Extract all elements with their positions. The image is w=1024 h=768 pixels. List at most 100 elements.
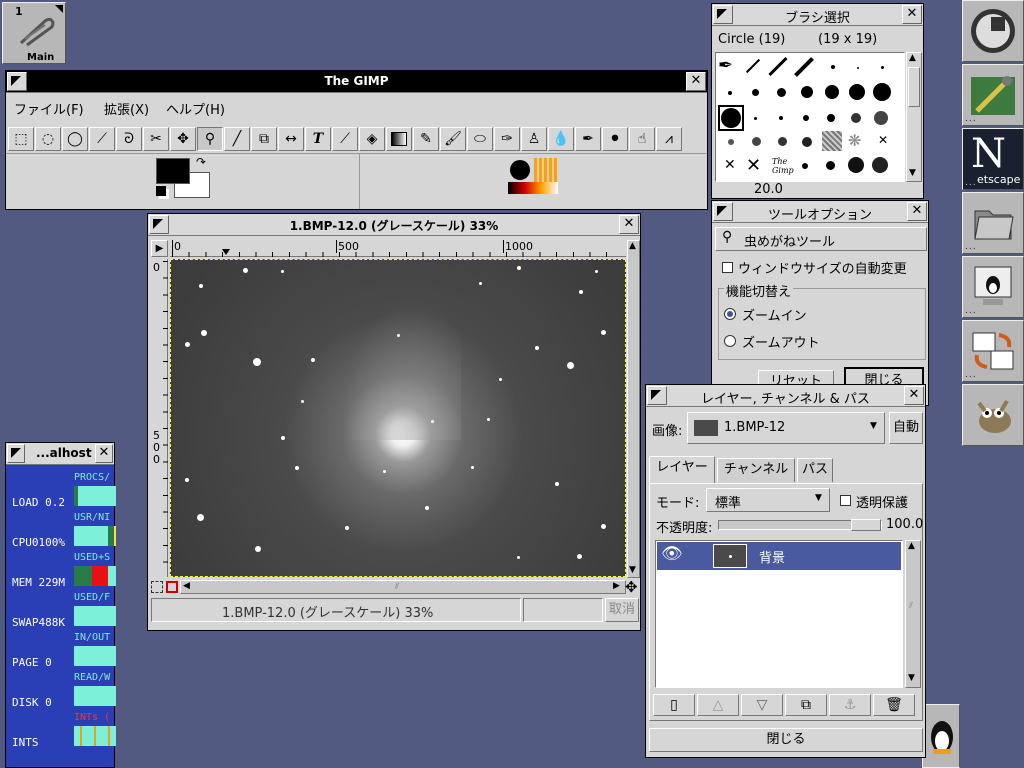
horizontal-scrollbar[interactable]: ◀ ▶ ⫽ [180, 580, 626, 594]
brush-gimp-logo-icon[interactable]: The Gimp [772, 157, 794, 175]
raise-layer-button[interactable]: △ [697, 694, 739, 716]
brush-circle-icon[interactable] [728, 91, 732, 95]
bucket-fill-tool[interactable]: ◈ [359, 127, 385, 151]
text-tool[interactable]: T [305, 127, 331, 151]
brush-circle-icon[interactable] [802, 163, 808, 169]
image-titlebar[interactable]: 1.BMP-12.0 (グレースケール) 33% ✕ [148, 214, 640, 236]
brush-circle-icon[interactable] [857, 67, 859, 69]
close-button[interactable]: ✕ [904, 386, 924, 405]
dock-tile-netscape[interactable]: N etscape ... [962, 128, 1024, 190]
airbrush-tool[interactable]: ✑ [494, 127, 520, 151]
mode-select[interactable]: 標準 ▼ [706, 488, 830, 512]
image-canvas[interactable] [170, 259, 626, 577]
dock-tile-tux-small[interactable] [922, 704, 960, 768]
scroll-right-icon[interactable]: ▶ [613, 581, 620, 591]
brush-circle-icon[interactable] [825, 85, 839, 99]
window-menu-button[interactable] [647, 386, 667, 405]
scroll-down-icon[interactable]: ▼ [629, 565, 636, 575]
flip-tool[interactable]: ↔ [278, 127, 304, 151]
close-button[interactable]: ✕ [95, 444, 113, 463]
rect-select-tool[interactable]: ⬚ [8, 127, 34, 151]
ink-tool[interactable]: ✒ [575, 127, 601, 151]
quickmask-on-icon[interactable] [166, 581, 178, 593]
tool-options-titlebar[interactable]: ツールオプション ✕ [712, 201, 928, 223]
transform-tool[interactable]: ⧉ [251, 127, 277, 151]
brush-circle-icon[interactable] [872, 157, 888, 173]
window-menu-button[interactable] [7, 444, 25, 463]
brush-scrollbar[interactable]: ▲ ▼ [906, 52, 922, 182]
default-colors-icon[interactable] [156, 186, 166, 196]
brush-circle-icon[interactable] [873, 83, 891, 101]
scroll-up-icon[interactable]: ▲ [629, 241, 636, 251]
brush-grid[interactable]: ✒ ❋ ✕ ✕ ✕ The Gimp [715, 52, 905, 182]
paintbrush-tool[interactable]: 🖌 [440, 127, 466, 151]
lasso-tool[interactable]: ◯ [62, 127, 88, 151]
layer-list[interactable]: 👁 背景 [655, 540, 903, 688]
selected-brush-cell[interactable] [718, 105, 744, 131]
menu-extensions[interactable]: 拡張(X) [104, 99, 149, 118]
smudge-tool[interactable]: ☝ [629, 127, 655, 151]
layers-titlebar[interactable]: レイヤー, チャンネル & パス ✕ [646, 385, 925, 407]
lower-layer-button[interactable]: ▽ [741, 694, 783, 716]
scroll-down-icon[interactable]: ▼ [908, 673, 915, 683]
convolve-tool[interactable]: 💧 [548, 127, 574, 151]
gradient-preview[interactable] [508, 182, 558, 194]
auto-button[interactable]: 自動 [889, 412, 923, 444]
brush-circle-icon[interactable] [831, 65, 835, 69]
brush-line-icon[interactable] [794, 57, 814, 77]
window-menu-button[interactable] [713, 202, 733, 221]
ellipse-select-tool[interactable]: ◌ [35, 127, 61, 151]
opacity-slider[interactable] [718, 519, 882, 531]
menu-help[interactable]: ヘルプ(H) [166, 99, 225, 118]
brush-circle-icon[interactable] [779, 116, 783, 120]
window-menu-button[interactable] [713, 5, 733, 24]
window-menu-button[interactable] [7, 72, 27, 91]
brush-circle-icon[interactable] [752, 89, 759, 96]
brush-circle-icon[interactable] [848, 157, 864, 173]
scroll-down-icon[interactable]: ▼ [909, 168, 916, 178]
layer-row[interactable]: 👁 背景 [657, 542, 901, 570]
close-button[interactable]: ✕ [619, 215, 639, 234]
close-button[interactable]: ✕ [686, 72, 706, 91]
dock-tile-wmaker[interactable] [962, 0, 1024, 62]
brush-circle-icon[interactable] [754, 117, 757, 120]
brush-circle-icon[interactable] [728, 139, 734, 145]
dock-tile-terminal[interactable]: ... [962, 256, 1024, 318]
image-menu-button[interactable]: ▶ [151, 240, 168, 257]
zoom-in-radio[interactable] [724, 308, 736, 320]
keep-transparency-checkbox[interactable] [840, 495, 851, 506]
scroll-up-icon[interactable]: ▲ [908, 541, 915, 551]
workspace-indicator[interactable]: 1 Main [2, 2, 66, 64]
brush-titlebar[interactable]: ブラシ選択 ✕ [712, 4, 923, 26]
close-button[interactable]: ✕ [907, 202, 927, 221]
dock-tile-gimp[interactable] [962, 384, 1024, 446]
toolbox-titlebar[interactable]: The GIMP ✕ [6, 71, 707, 93]
scissors-tool[interactable]: ✂ [143, 127, 169, 151]
brush-line-icon[interactable] [745, 58, 761, 74]
brush-cross-icon[interactable]: ✕ [746, 155, 761, 176]
brush-feather-icon[interactable]: ✒ [718, 55, 733, 76]
new-layer-button[interactable]: ▯ [653, 694, 695, 716]
dock-tile-filemanager[interactable]: ... [962, 192, 1024, 254]
brush-circle-icon[interactable] [777, 88, 786, 97]
brush-cross-icon[interactable]: ✕ [724, 157, 736, 173]
move-tool[interactable]: ✥ [170, 127, 196, 151]
dock-tile-sync[interactable]: ... [962, 320, 1024, 382]
pattern-preview-icon[interactable] [534, 158, 558, 182]
brush-circle-icon[interactable] [849, 84, 865, 100]
brush-circle-icon[interactable] [881, 66, 884, 69]
brush-circle-icon[interactable] [802, 137, 812, 147]
brush-preview-icon[interactable] [510, 160, 530, 180]
brush-circle-icon[interactable] [826, 161, 835, 170]
menu-file[interactable]: ファイル(F) [14, 99, 84, 118]
measure-tool[interactable]: ⩘ [656, 127, 682, 151]
brush-circle-icon[interactable] [801, 86, 813, 98]
delete-layer-button[interactable]: 🗑 [873, 694, 915, 716]
crop-tool[interactable]: ╱ [224, 127, 250, 151]
vertical-scrollbar[interactable]: ▲ ▼ [627, 240, 640, 578]
quickmask-off-icon[interactable] [151, 581, 163, 593]
brush-circle-icon[interactable] [874, 111, 888, 125]
fuzzy-select-tool[interactable]: ⟋ [89, 127, 115, 151]
navigate-icon[interactable]: ✥ [625, 578, 638, 596]
close-button[interactable]: ✕ [902, 5, 922, 24]
